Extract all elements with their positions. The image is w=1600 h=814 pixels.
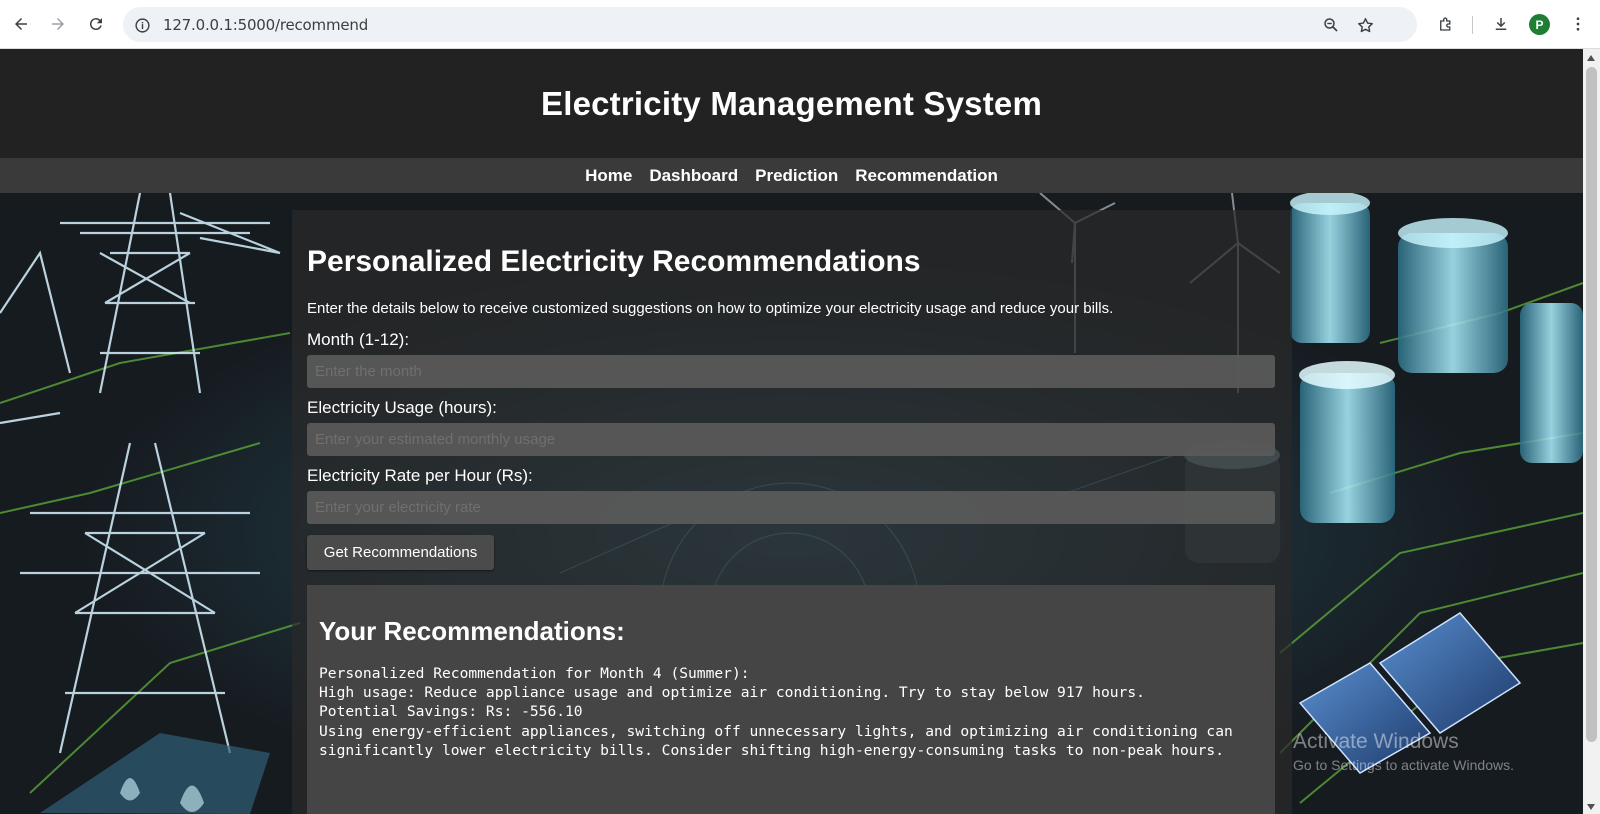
scroll-up-icon[interactable] bbox=[1587, 55, 1595, 61]
site-info-icon[interactable] bbox=[131, 14, 153, 36]
page-title: Personalized Electricity Recommendations bbox=[307, 245, 921, 278]
extensions-button[interactable] bbox=[1433, 11, 1459, 37]
address-bar[interactable]: 127.0.0.1:5000/recommend bbox=[123, 7, 1417, 42]
recommendation-container: Personalized Electricity Recommendations… bbox=[292, 210, 1292, 814]
watermark-title: Activate Windows bbox=[1293, 730, 1459, 753]
nav-link-dashboard[interactable]: Dashboard bbox=[649, 166, 738, 186]
browser-toolbar: 127.0.0.1:5000/recommend P bbox=[0, 0, 1600, 49]
bookmark-star-icon[interactable] bbox=[1354, 14, 1376, 36]
reload-button[interactable] bbox=[83, 11, 109, 37]
intro-text: Enter the details below to receive custo… bbox=[307, 300, 1114, 317]
site-header: Electricity Management System bbox=[0, 49, 1583, 158]
rate-input[interactable] bbox=[307, 491, 1275, 524]
zoom-icon[interactable] bbox=[1320, 14, 1342, 36]
forward-icon bbox=[52, 18, 64, 30]
nav-link-prediction[interactable]: Prediction bbox=[755, 166, 838, 186]
extensions-icon bbox=[1440, 17, 1451, 31]
download-icon bbox=[1495, 18, 1507, 30]
watermark-subtitle: Go to Settings to activate Windows. bbox=[1293, 757, 1514, 773]
results-text: Personalized Recommendation for Month 4 … bbox=[319, 665, 1233, 759]
site-title: Electricity Management System bbox=[541, 84, 1042, 122]
back-icon bbox=[15, 18, 27, 30]
profile-avatar[interactable]: P bbox=[1529, 14, 1550, 35]
toolbar-divider bbox=[1472, 16, 1473, 34]
activate-windows-watermark: Activate Windows Go to Settings to activ… bbox=[1293, 730, 1514, 773]
scroll-down-icon[interactable] bbox=[1587, 804, 1595, 810]
page-scrollbar[interactable] bbox=[1583, 49, 1600, 814]
results-heading: Your Recommendations: bbox=[319, 616, 625, 646]
forward-button[interactable] bbox=[45, 11, 71, 37]
month-input[interactable] bbox=[307, 355, 1275, 388]
scrollbar-thumb[interactable] bbox=[1586, 67, 1597, 742]
back-button[interactable] bbox=[8, 11, 34, 37]
url-text[interactable]: 127.0.0.1:5000/recommend bbox=[163, 16, 368, 34]
chrome-menu-icon bbox=[1576, 17, 1580, 31]
chrome-menu-button[interactable] bbox=[1565, 11, 1591, 37]
get-recommendations-button[interactable]: Get Recommendations bbox=[307, 535, 494, 570]
month-label: Month (1-12): bbox=[307, 330, 410, 349]
rate-label: Electricity Rate per Hour (Rs): bbox=[307, 466, 533, 485]
nav-link-recommendation[interactable]: Recommendation bbox=[855, 166, 998, 186]
page-viewport: Electricity Management System Home Dashb… bbox=[0, 49, 1583, 814]
usage-input[interactable] bbox=[307, 423, 1275, 456]
results-panel: Your Recommendations: Personalized Recom… bbox=[307, 585, 1275, 814]
site-nav: Home Dashboard Prediction Recommendation bbox=[0, 158, 1583, 193]
nav-link-home[interactable]: Home bbox=[585, 166, 632, 186]
download-button[interactable] bbox=[1488, 11, 1514, 37]
reload-icon bbox=[89, 18, 102, 31]
usage-label: Electricity Usage (hours): bbox=[307, 398, 497, 417]
